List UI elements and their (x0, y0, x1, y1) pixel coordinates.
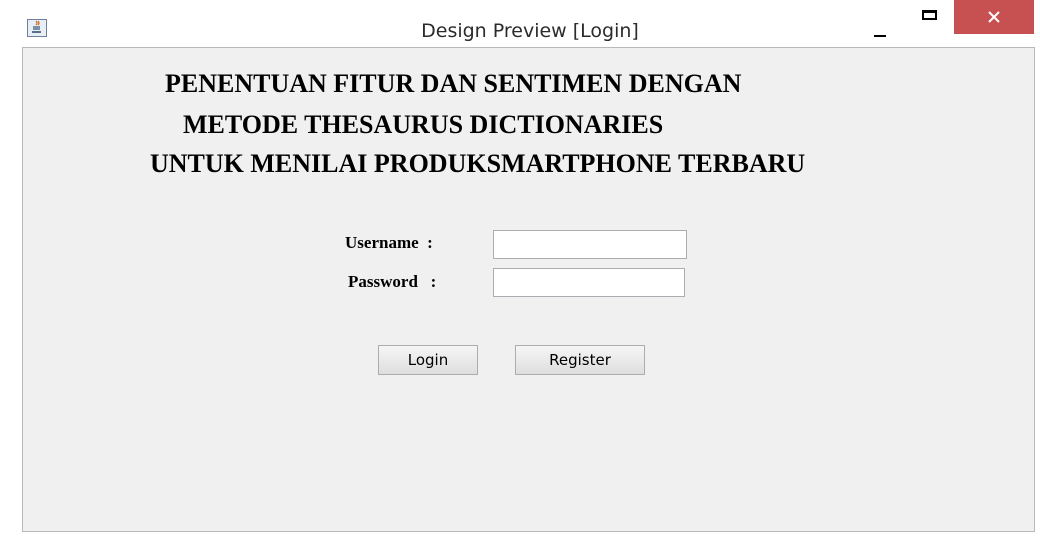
close-button[interactable] (954, 0, 1034, 34)
login-window: Design Preview [Login] PENENTUAN FITUR D… (0, 0, 1040, 539)
maximize-icon (922, 10, 937, 20)
heading-line-2: METODE THESAURUS DICTIONARIES (183, 110, 664, 139)
heading-line-3: UNTUK MENILAI PRODUKSMARTPHONE TERBARU (150, 149, 806, 178)
title-bar[interactable]: Design Preview [Login] (0, 0, 1040, 46)
minimize-icon (874, 35, 886, 37)
username-field[interactable] (493, 230, 687, 259)
username-label: Username : (345, 233, 433, 252)
close-icon (988, 11, 1000, 23)
password-label: Password : (348, 272, 437, 291)
register-button[interactable]: Register (515, 345, 645, 375)
content-panel: PENENTUAN FITUR DAN SENTIMEN DENGAN METO… (22, 47, 1035, 532)
login-button[interactable]: Login (378, 345, 478, 375)
heading-line-1: PENENTUAN FITUR DAN SENTIMEN DENGAN (165, 69, 742, 98)
password-field[interactable] (493, 268, 685, 297)
maximize-button[interactable] (912, 6, 958, 34)
minimize-button[interactable] (860, 6, 900, 37)
